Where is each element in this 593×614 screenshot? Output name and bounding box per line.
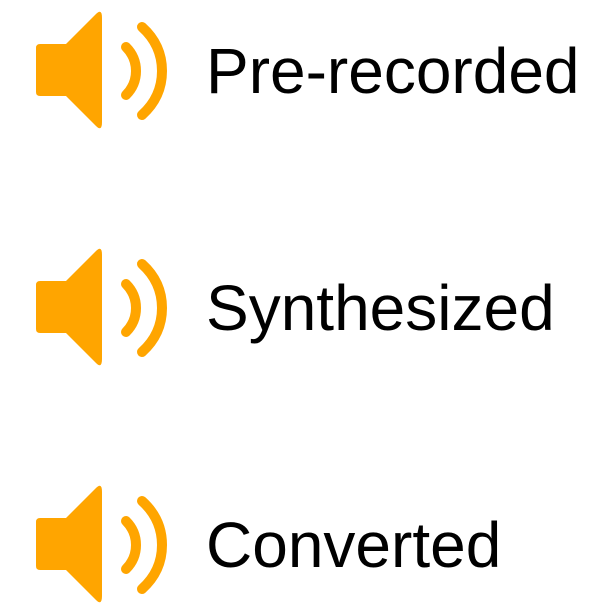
audio-item-converted: Converted (0, 474, 593, 614)
play-converted-button[interactable] (32, 474, 172, 614)
speaker-volume-icon (36, 11, 168, 129)
audio-label-converted: Converted (206, 509, 502, 581)
play-pre-recorded-button[interactable] (32, 0, 172, 140)
audio-label-pre-recorded: Pre-recorded (206, 35, 580, 107)
audio-label-synthesized: Synthesized (206, 272, 555, 344)
audio-item-synthesized: Synthesized (0, 237, 593, 377)
play-synthesized-button[interactable] (32, 237, 172, 377)
audio-item-pre-recorded: Pre-recorded (0, 0, 593, 140)
speaker-volume-icon (36, 248, 168, 366)
speaker-volume-icon (36, 485, 168, 603)
